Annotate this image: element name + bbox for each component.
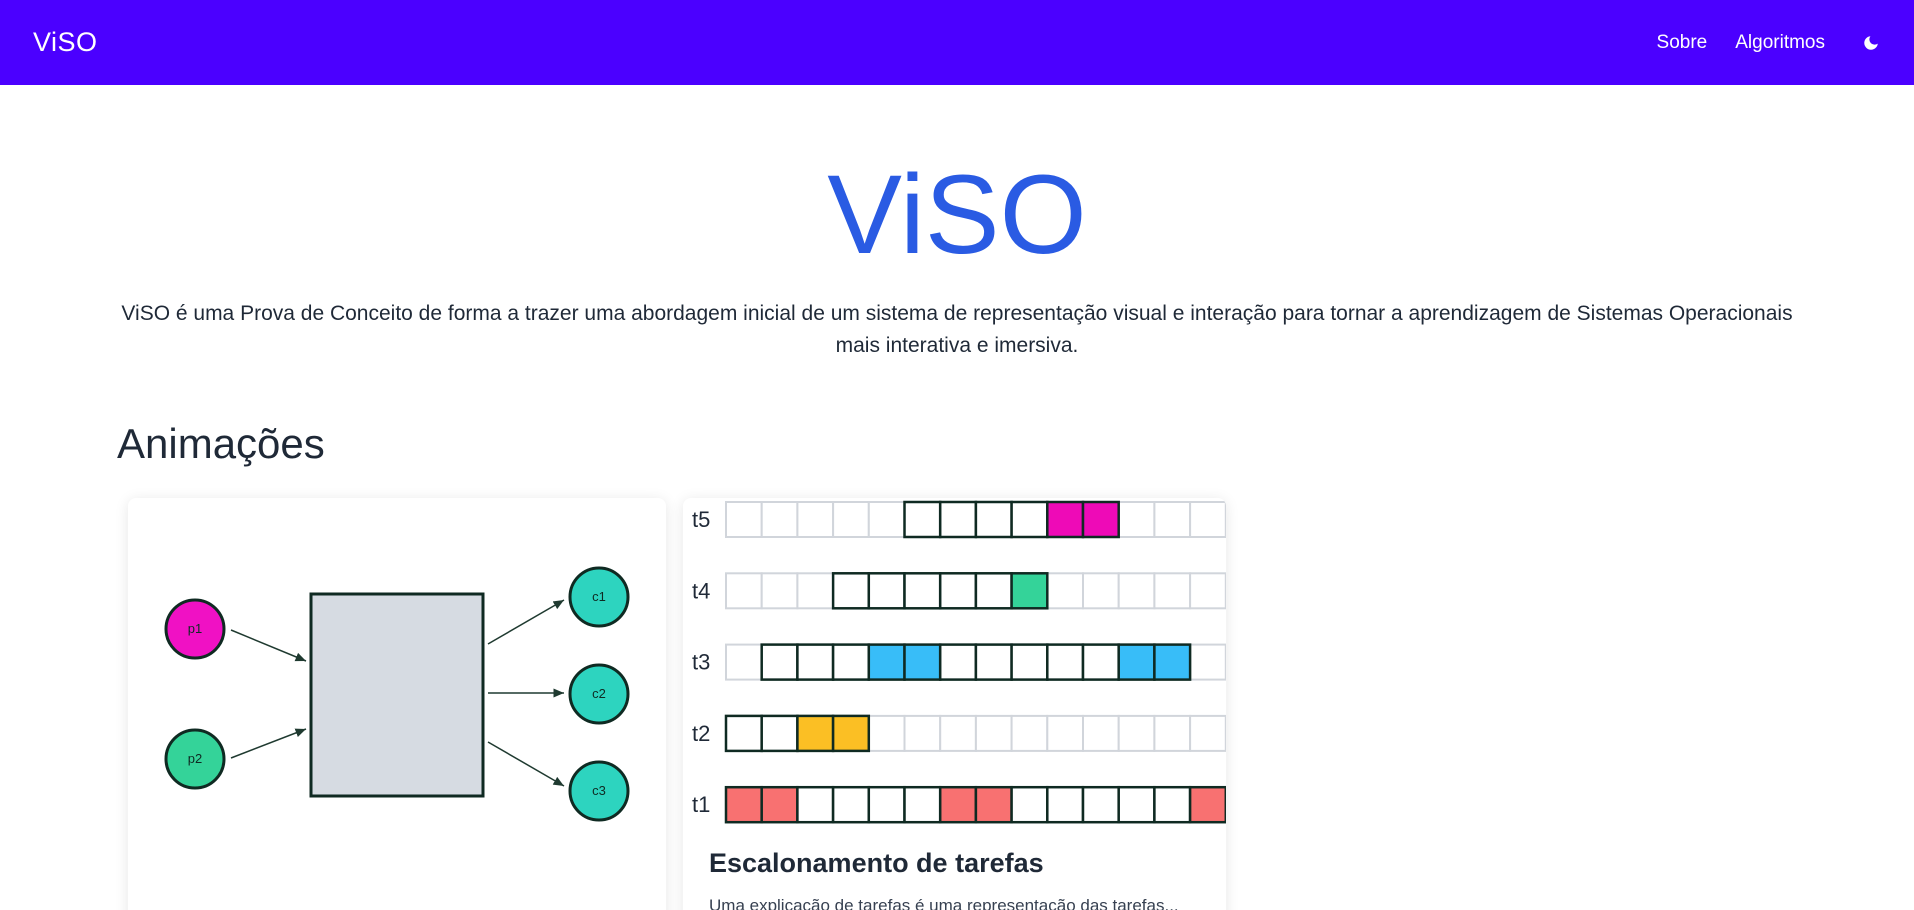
timeline-cell-empty — [1010, 714, 1049, 752]
timeline-cell-empty — [1189, 643, 1226, 681]
timeline-cell-empty — [760, 572, 799, 610]
timeline-cell-waiting — [760, 714, 799, 753]
consumer-label: c1 — [592, 589, 606, 604]
timeline-cell-empty — [1117, 572, 1156, 610]
timeline-cell-running — [1010, 572, 1049, 610]
timeline-cell-waiting — [867, 572, 906, 610]
producer-consumer-diagram: p1 p2 c1 c2 c3 — [164, 566, 630, 822]
timeline-cell-running — [760, 785, 799, 824]
section-title: Animações — [117, 420, 325, 467]
timeline-cell-waiting — [1010, 643, 1049, 681]
scheduling-description: Uma explicação de tarefas é uma represen… — [709, 896, 1179, 910]
task-label: t2 — [692, 721, 710, 746]
arrow-p1-buffer — [230, 629, 307, 662]
timeline-cell-waiting — [1046, 643, 1085, 681]
nav-link-sobre[interactable]: Sobre — [1657, 32, 1708, 54]
timeline-cell-empty — [1189, 501, 1226, 538]
timeline-cell-empty — [725, 572, 763, 610]
timeline-cell-empty — [1153, 501, 1192, 538]
timeline-cell-waiting — [938, 500, 978, 539]
timeline-cell-empty — [796, 501, 835, 538]
timeline-cell-running — [867, 643, 906, 681]
timeline-cell-running — [831, 714, 871, 753]
arrow-p2-buffer — [230, 728, 307, 759]
timeline-cell-empty — [1189, 572, 1226, 610]
timeline-cell-waiting — [724, 714, 763, 753]
timeline-cell-waiting — [1081, 785, 1120, 824]
timeline-cell-running — [974, 785, 1013, 824]
timeline-cell-waiting — [831, 785, 871, 824]
timeline-cell-waiting — [1081, 643, 1120, 681]
timeline-cell-waiting — [938, 572, 978, 610]
timeline-cell-running — [938, 785, 978, 824]
timeline-cell-running — [724, 785, 763, 824]
timeline-cell-waiting — [1046, 785, 1085, 824]
timeline-cell-empty — [939, 714, 977, 752]
timeline-cell-empty — [760, 501, 799, 538]
timeline-cell-empty — [1153, 572, 1192, 610]
timeline-cell-empty — [1046, 572, 1084, 610]
timeline-cell-waiting — [903, 500, 942, 539]
timeline-cell-waiting — [1010, 785, 1049, 824]
timeline-cell-running — [1117, 643, 1156, 681]
timeline-cell-running — [1081, 500, 1120, 539]
timeline-cell-waiting — [903, 572, 942, 610]
scheduling-title: Escalonamento de tarefas — [709, 848, 1044, 878]
task-label: t4 — [692, 578, 710, 603]
timeline-cell-waiting — [974, 643, 1013, 681]
timeline-cell-empty — [796, 572, 835, 610]
timeline-cell-waiting — [831, 572, 871, 610]
timeline-cell-waiting — [1153, 785, 1192, 824]
timeline-cell-empty — [1046, 714, 1084, 752]
timeline-cell-empty — [903, 714, 942, 752]
timeline-cell-empty — [1082, 572, 1120, 610]
hero-title: ViSO — [827, 152, 1087, 277]
timeline-cell-empty — [974, 714, 1013, 752]
timeline-cell-waiting — [1010, 500, 1049, 539]
timeline-cell-empty — [1117, 501, 1156, 538]
timeline-cell-empty — [1082, 714, 1120, 752]
timeline-cell-waiting — [903, 785, 942, 824]
timeline-cell-waiting — [1117, 785, 1156, 824]
timeline-cell-empty — [867, 501, 906, 538]
timeline-cell-empty — [725, 501, 763, 538]
timeline-cell-waiting — [974, 500, 1013, 539]
timeline-cell-empty — [1153, 714, 1192, 752]
timeline-cell-empty — [1117, 714, 1156, 752]
arrow-buffer-c1 — [487, 599, 565, 645]
task-label: t1 — [692, 792, 710, 817]
brand-logo[interactable]: ViSO — [33, 27, 98, 58]
timeline-cell-waiting — [831, 643, 871, 681]
moon-icon[interactable] — [1861, 33, 1881, 53]
timeline-cell-running — [903, 643, 942, 681]
timeline-cell-waiting — [796, 643, 835, 681]
timeline-cell-running — [1188, 785, 1226, 824]
producer-consumer-card[interactable]: p1 p2 c1 c2 c3 — [128, 498, 666, 910]
producer-label: p1 — [188, 621, 202, 636]
navbar: ViSO Sobre Algoritmos — [0, 0, 1914, 85]
timeline-cell-waiting — [760, 643, 799, 681]
timeline-cell-empty — [832, 501, 870, 538]
task-label: t3 — [692, 650, 710, 675]
timeline-cell-empty — [725, 643, 763, 681]
timeline-cell-waiting — [867, 785, 906, 824]
nav-link-algoritmos[interactable]: Algoritmos — [1735, 32, 1825, 54]
timeline-cell-running — [796, 714, 835, 753]
arrow-buffer-c3 — [487, 741, 565, 787]
scheduling-timeline: t5 t4 t3 t2 t1 — [692, 500, 1226, 824]
timeline-cell-empty — [867, 714, 906, 752]
task-label: t5 — [692, 507, 710, 532]
timeline-cell-waiting — [796, 785, 835, 824]
nav-links: Sobre Algoritmos — [1629, 32, 1881, 54]
timeline-cell-waiting — [938, 643, 978, 681]
timeline-cell-empty — [1189, 714, 1226, 752]
consumer-label: c2 — [592, 686, 606, 701]
buffer-box — [309, 592, 485, 798]
hero-description: ViSO é uma Prova de Conceito de forma a … — [121, 302, 1793, 357]
timeline-cell-running — [1046, 500, 1085, 539]
producer-label: p2 — [188, 751, 202, 766]
timeline-cell-waiting — [974, 572, 1013, 610]
consumer-label: c3 — [592, 783, 606, 798]
timeline-cell-running — [1153, 643, 1192, 681]
